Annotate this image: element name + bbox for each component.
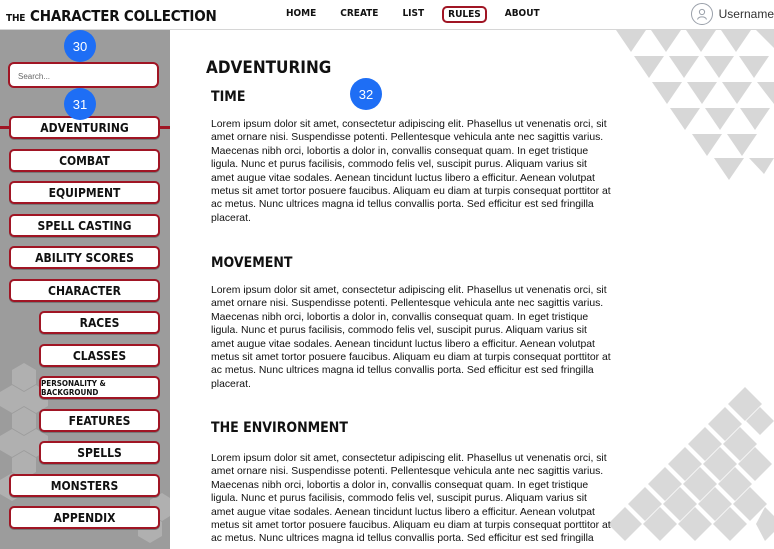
sidebar-item-classes[interactable]: CLASSES [39,344,160,367]
marker-badge-32: 32 [350,78,382,110]
section-body-environment: Lorem ipsum dolor sit amet, consectetur … [211,453,611,545]
logo-title: CHARACTER COLLECTION [30,7,217,25]
sidebar-item-appendix[interactable]: APPENDIX [9,506,160,529]
nav-home[interactable]: HOME [280,6,322,23]
main-nav: HOME CREATE LIST RULES ABOUT [280,6,558,23]
section-body-movement: Lorem ipsum dolor sit amet, consectetur … [211,285,611,390]
sidebar-item-adventuring[interactable]: ADVENTURING [9,116,160,139]
user-avatar-icon[interactable] [690,3,713,25]
diamond-pattern-decoration [608,387,774,541]
marker-badge-30: 30 [64,30,96,62]
section-title-time: TIME [211,89,246,105]
section-title-environment: THE ENVIRONMENT [211,420,348,436]
triangle-pattern-decoration [616,30,774,180]
user-menu[interactable]: Username [690,3,774,25]
main-content: ADVENTURING TIME Lorem ipsum dolor sit a… [206,58,626,544]
section-body-time: Lorem ipsum dolor sit amet, consectetur … [211,119,611,224]
nav-list[interactable]: LIST [396,6,430,23]
sidebar-item-combat[interactable]: COMBAT [9,149,160,172]
marker-badge-31: 31 [64,88,96,120]
sidebar-item-spells[interactable]: SPELLS [39,441,160,464]
page-title: ADVENTURING [206,58,332,78]
sidebar-item-character[interactable]: CHARACTER [9,279,160,302]
top-navigation-bar: THE CHARACTER COLLECTION HOME CREATE LIS… [0,0,774,30]
sidebar-item-ability-scores[interactable]: ABILITY SCORES [9,246,160,269]
sidebar-item-equipment[interactable]: EQUIPMENT [9,181,160,204]
sidebar-item-races[interactable]: RACES [39,311,160,334]
nav-create[interactable]: CREATE [334,6,384,23]
username-label[interactable]: Username [719,7,774,21]
nav-about[interactable]: ABOUT [499,6,546,23]
sidebar-item-features[interactable]: FEATURES [39,409,160,432]
section-title-movement: MOVEMENT [211,255,293,271]
sidebar-item-monsters[interactable]: MONSTERS [9,474,160,497]
sidebar-item-personality-background[interactable]: PERSONALITY & BACKGROUND [39,376,160,399]
site-logo[interactable]: THE CHARACTER COLLECTION [6,6,217,25]
sidebar-item-spell-casting[interactable]: SPELL CASTING [9,214,160,237]
nav-rules[interactable]: RULES [442,6,487,23]
search-input[interactable]: Search... [8,62,159,88]
logo-prefix: THE [6,13,26,24]
